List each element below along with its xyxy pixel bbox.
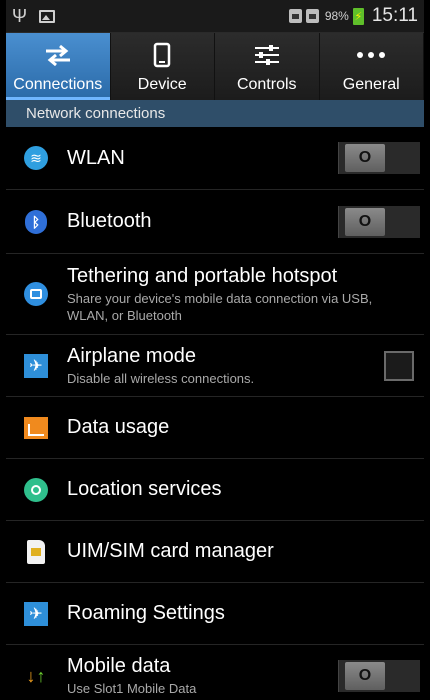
roaming-icon: ✈ (24, 601, 48, 626)
list-item-tethering[interactable]: Tethering and portable hotspot Share you… (6, 254, 424, 335)
mobile-data-icon: ↓ ↑ (26, 665, 46, 686)
list-item-sim-card-manager[interactable]: UIM/SIM card manager (6, 521, 424, 583)
wifi-icon: ≋ (24, 146, 48, 170)
item-title: Airplane mode (67, 344, 196, 367)
list-item-wlan[interactable]: ≋ WLAN O (6, 127, 424, 190)
bluetooth-icon: ᛒ (24, 209, 48, 234)
item-subtitle: Disable all wireless connections. (67, 370, 255, 386)
item-title: WLAN (67, 146, 125, 169)
tab-general[interactable]: General (320, 33, 424, 100)
item-title: Tethering and portable hotspot (67, 264, 338, 287)
sim1-icon (288, 9, 302, 23)
more-icon (356, 40, 386, 70)
wlan-toggle[interactable]: O (338, 142, 420, 174)
item-title: Data usage (67, 416, 170, 438)
section-header: Network connections (6, 100, 424, 127)
tab-label: General (342, 76, 400, 93)
item-title: Roaming Settings (67, 602, 225, 624)
usb-icon: Ψ (12, 6, 28, 26)
sim-card-icon (24, 539, 48, 564)
gallery-icon (39, 9, 56, 23)
tab-label: Connections (13, 76, 103, 93)
clock: 15:11 (371, 5, 418, 26)
tab-label: Device (137, 76, 187, 93)
connections-icon (44, 40, 72, 70)
sim2-icon (305, 9, 319, 23)
status-bar: Ψ 98% ⚡ 15:11 (6, 0, 424, 33)
toggle-knob: O (345, 144, 385, 172)
device-icon (153, 40, 171, 70)
tab-connections[interactable]: Connections (6, 33, 111, 100)
bluetooth-toggle[interactable]: O (338, 205, 420, 238)
list-item-mobile-data[interactable]: ↓ ↑ Mobile data Use Slot1 Mobile Data O (6, 645, 424, 700)
list-item-data-usage[interactable]: Data usage (6, 397, 424, 459)
controls-icon (253, 40, 281, 70)
battery-charging-icon: ⚡ (352, 7, 364, 25)
item-title: Mobile data (67, 655, 171, 677)
settings-screen: Ψ 98% ⚡ 15:11 Connections Device Control… (6, 0, 424, 700)
item-subtitle: Share your device's mobile data connecti… (67, 290, 373, 323)
tab-controls[interactable]: Controls (215, 33, 320, 100)
item-title: Bluetooth (67, 210, 152, 232)
item-title: UIM/SIM card manager (67, 540, 274, 562)
battery-percent: 98% (324, 9, 349, 23)
airplane-icon: ✈ (24, 353, 48, 378)
tab-label: Controls (236, 76, 297, 93)
data-usage-icon (24, 416, 48, 440)
toggle-knob: O (345, 662, 385, 690)
mobile-data-toggle[interactable]: O (338, 660, 420, 692)
item-title: Location services (67, 478, 222, 500)
location-icon (24, 477, 48, 502)
item-subtitle: Use Slot1 Mobile Data (67, 681, 197, 696)
list-item-roaming-settings[interactable]: ✈ Roaming Settings (6, 583, 424, 645)
toggle-knob: O (345, 207, 385, 236)
list-item-bluetooth[interactable]: ᛒ Bluetooth O (6, 190, 424, 254)
airplane-mode-checkbox[interactable] (384, 350, 414, 381)
tethering-icon (24, 282, 48, 306)
settings-tabs: Connections Device Controls General (6, 33, 424, 100)
list-item-location-services[interactable]: Location services (6, 459, 424, 521)
list-item-airplane-mode[interactable]: ✈ Airplane mode Disable all wireless con… (6, 335, 424, 397)
tab-device[interactable]: Device (111, 33, 215, 100)
